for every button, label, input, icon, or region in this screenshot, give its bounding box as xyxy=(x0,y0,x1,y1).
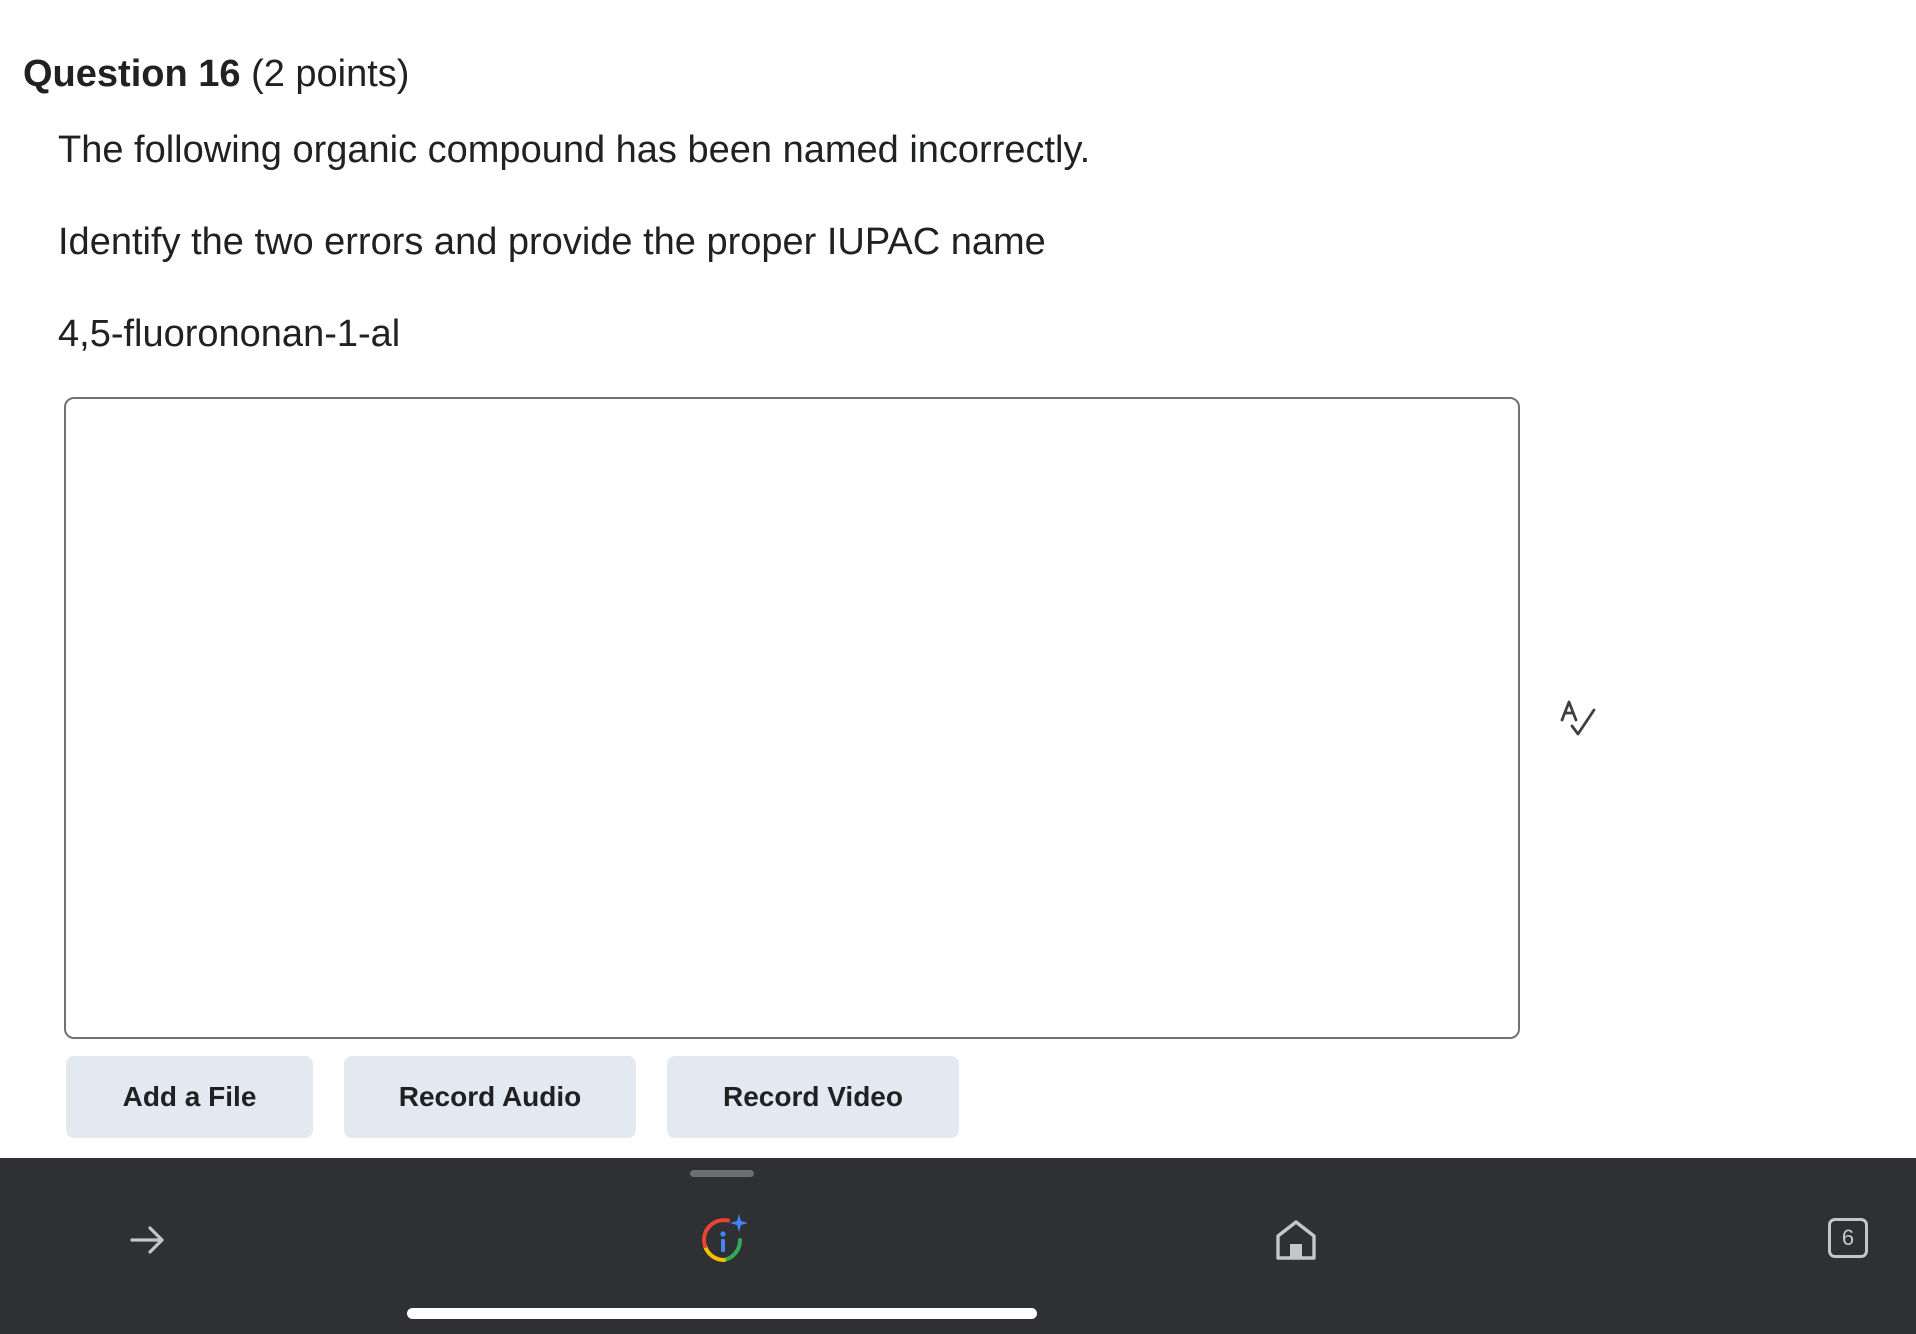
question-text-line-2: Identify the two errors and provide the … xyxy=(58,221,1046,263)
question-points: (2 points) xyxy=(251,53,410,95)
answer-textarea[interactable] xyxy=(66,399,1518,1037)
record-video-button[interactable]: Record Video xyxy=(667,1056,959,1138)
spellcheck-icon[interactable] xyxy=(1558,698,1600,740)
google-lens-icon[interactable] xyxy=(696,1212,752,1268)
tab-switcher-icon[interactable]: 6 xyxy=(1828,1218,1868,1258)
record-audio-button[interactable]: Record Audio xyxy=(344,1056,636,1138)
question-text-line-1: The following organic compound has been … xyxy=(58,129,1091,171)
add-file-button[interactable]: Add a File xyxy=(66,1056,313,1138)
answer-box xyxy=(64,397,1520,1039)
compound-name: 4,5-fluorononan-1-al xyxy=(58,313,401,355)
quiz-content: Question 16 (2 points) The following org… xyxy=(0,0,1916,1158)
arrow-forward-icon[interactable] xyxy=(124,1216,172,1264)
home-icon[interactable] xyxy=(1270,1214,1322,1266)
home-indicator-bar[interactable] xyxy=(407,1308,1037,1319)
tab-count: 6 xyxy=(1841,1225,1855,1250)
question-title: Question 16 xyxy=(23,53,241,95)
drag-handle[interactable] xyxy=(690,1170,754,1177)
question-header: Question 16 (2 points) xyxy=(23,50,409,98)
